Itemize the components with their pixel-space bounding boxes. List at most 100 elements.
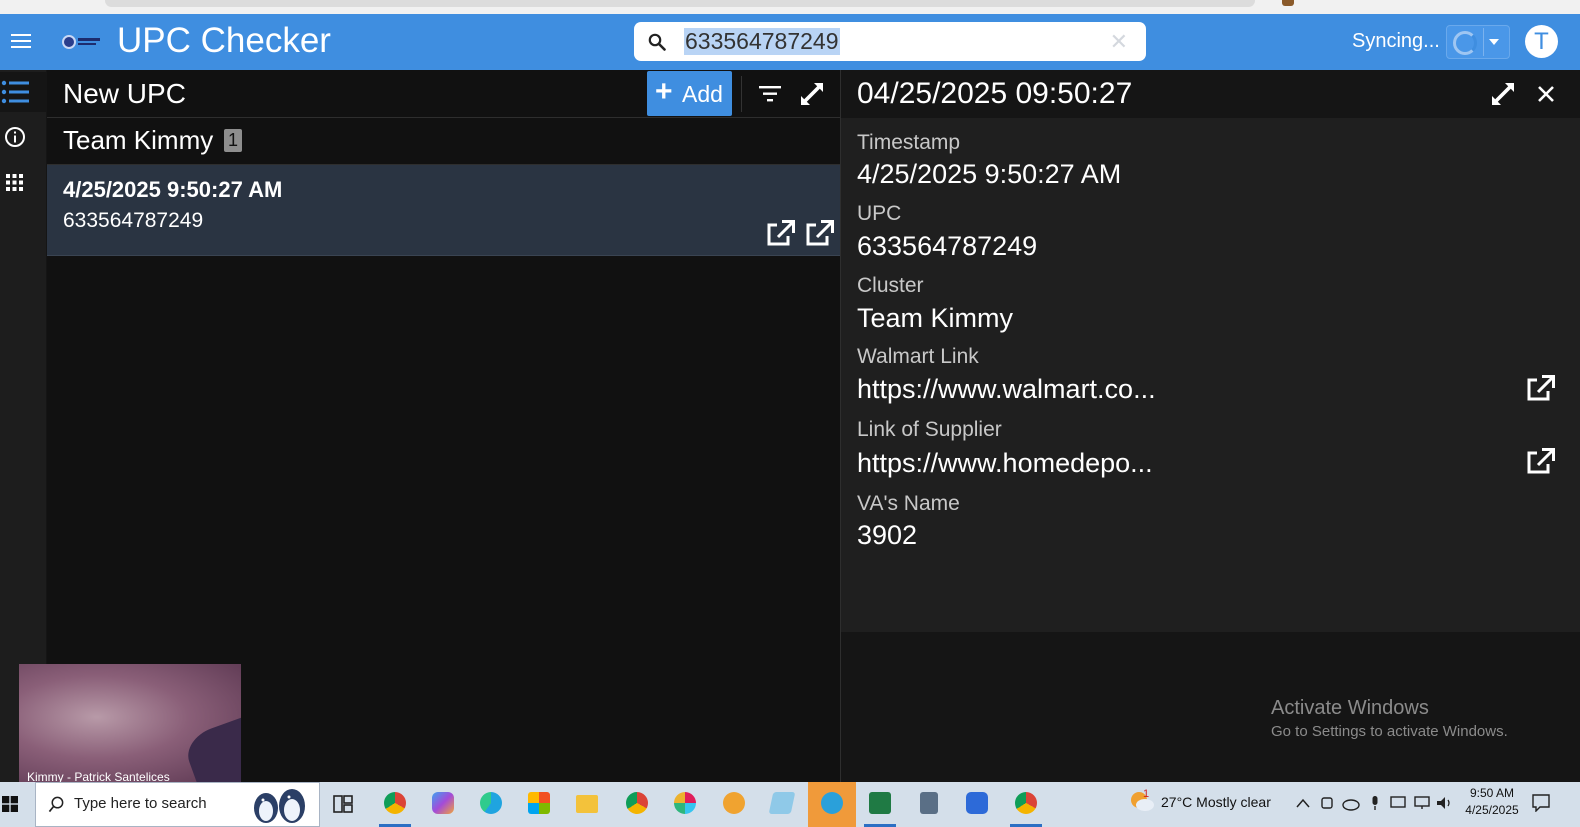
close-icon[interactable] (1537, 85, 1555, 103)
clock-date: 4/25/2025 (1465, 803, 1519, 817)
open-supplier-link-icon[interactable] (804, 220, 834, 247)
taskbar-app-orange[interactable] (710, 782, 758, 827)
browser-extension-icon[interactable] (1282, 0, 1294, 6)
meet-now-icon[interactable] (1320, 796, 1334, 810)
taskbar-slack[interactable] (661, 782, 709, 827)
list-title: New UPC (63, 78, 186, 109)
clock-time: 9:50 AM (1469, 786, 1515, 800)
field-value-cluster: Team Kimmy (857, 303, 1014, 333)
network-icon[interactable] (1414, 796, 1430, 810)
field-value-va-name: 3902 (857, 520, 918, 550)
display-icon[interactable] (1390, 796, 1406, 810)
zoom-icon (966, 792, 988, 814)
video-call-thumbnail[interactable]: Kimmy - Patrick Santelices (19, 664, 241, 782)
field-value-upc: 633564787249 (857, 231, 1038, 261)
edge-icon (480, 792, 502, 814)
weather-icon[interactable] (1128, 788, 1156, 816)
open-walmart-link-icon[interactable] (765, 220, 795, 247)
field-label-timestamp: Timestamp (857, 131, 961, 154)
taskbar-excel[interactable] (856, 782, 904, 827)
volume-icon[interactable] (1436, 796, 1454, 810)
chrome-icon (626, 792, 648, 814)
taskbar-calculator[interactable] (905, 782, 953, 827)
microphone-icon[interactable] (1370, 795, 1380, 811)
onedrive-icon[interactable] (1342, 797, 1360, 811)
sync-spinner-icon (1453, 31, 1477, 55)
app-bar: UPC Checker 633564787249 ✕ Syncing... T (0, 14, 1580, 70)
expand-icon[interactable] (1490, 81, 1516, 107)
sync-status: Syncing... (1352, 30, 1440, 52)
app-logo (62, 34, 102, 50)
taskbar-clock[interactable]: 9:50 AM 4/25/2025 (1462, 785, 1522, 819)
open-walmart-link-icon[interactable] (1525, 375, 1555, 402)
record-timestamp: 4/25/2025 9:50:27 AM (63, 177, 283, 202)
field-label-walmart-link: Walmart Link (857, 345, 979, 368)
rail-item-list[interactable] (0, 72, 46, 112)
notification-icon[interactable] (1532, 794, 1550, 812)
start-button[interactable] (0, 782, 34, 827)
windows-taskbar: Type here to search 1 27°C Mostly clear (0, 782, 1580, 827)
browser-tabstrip (0, 0, 1580, 14)
activate-windows-watermark: Activate Windows Go to Settings to activ… (1271, 697, 1508, 740)
watermark-title: Activate Windows (1271, 697, 1429, 719)
open-supplier-link-icon[interactable] (1525, 448, 1555, 475)
taskbar-chrome-1[interactable] (371, 782, 419, 827)
field-label-upc: UPC (857, 202, 902, 225)
app-title: UPC Checker (117, 21, 331, 60)
folder-icon (576, 795, 598, 813)
taskbar-zoom[interactable] (953, 782, 1001, 827)
chrome-icon (1015, 792, 1037, 814)
group-name: Team Kimmy (63, 125, 214, 155)
field-label-cluster: Cluster (857, 274, 924, 297)
user-avatar[interactable]: T (1525, 25, 1558, 58)
taskbar-store[interactable] (515, 782, 563, 827)
list-item[interactable]: 4/25/2025 9:50:27 AM 633564787249 (47, 165, 840, 256)
search-input[interactable]: 633564787249 (684, 28, 840, 55)
rail-item-info[interactable] (0, 117, 46, 157)
taskbar-copilot[interactable] (419, 782, 467, 827)
plus-icon: + (655, 75, 673, 108)
chevron-down-icon[interactable] (1489, 39, 1499, 45)
field-value-supplier-link[interactable]: https://www.homedepo... (857, 448, 1153, 479)
taskbar-file-explorer[interactable] (563, 782, 611, 827)
filter-icon[interactable] (759, 85, 781, 103)
expand-icon[interactable] (799, 81, 825, 107)
weather-badge: 1 (1143, 788, 1150, 800)
menu-icon[interactable] (11, 34, 31, 50)
grid-icon (6, 174, 23, 191)
field-value-walmart-link[interactable]: https://www.walmart.co... (857, 374, 1156, 405)
task-view-icon (333, 795, 353, 813)
taskbar-chrome-2[interactable] (613, 782, 661, 827)
video-feed (181, 712, 241, 782)
telegram-icon (821, 792, 843, 814)
taskbar-chrome-3[interactable] (1002, 782, 1050, 827)
group-header[interactable]: Team Kimmy 1 (47, 118, 840, 165)
field-label-supplier-link: Link of Supplier (857, 418, 1002, 441)
info-icon (5, 127, 25, 147)
search-highlight-penguins-icon (254, 789, 305, 823)
task-view-button[interactable] (321, 782, 369, 827)
add-button[interactable]: + Add (647, 71, 732, 116)
copilot-icon (432, 792, 454, 814)
field-value-timestamp: 4/25/2025 9:50:27 AM (857, 159, 1122, 189)
add-button-label: Add (682, 81, 723, 107)
calculator-icon (920, 792, 938, 814)
detail-panel: 04/25/2025 09:50:27 Timestamp 4/25/2025 … (841, 70, 1580, 782)
excel-icon (869, 792, 891, 814)
search-box[interactable]: 633564787249 ✕ (634, 22, 1146, 61)
list-icon (1, 80, 29, 104)
chevron-up-icon[interactable] (1296, 798, 1310, 808)
taskbar-search[interactable]: Type here to search (35, 782, 320, 827)
search-icon (48, 796, 64, 813)
record-upc: 633564787249 (63, 209, 204, 232)
search-icon (648, 33, 666, 51)
taskbar-notepad[interactable] (758, 782, 806, 827)
clear-search-icon[interactable]: ✕ (1110, 29, 1128, 55)
sync-split-button[interactable] (1446, 25, 1510, 59)
browser-address-bar[interactable] (105, 0, 1255, 7)
taskbar-telegram[interactable] (808, 782, 856, 827)
weather-text[interactable]: 27°C Mostly clear (1161, 794, 1271, 810)
taskbar-edge[interactable] (467, 782, 515, 827)
app-icon (723, 792, 745, 814)
rail-item-apps[interactable] (0, 163, 46, 203)
